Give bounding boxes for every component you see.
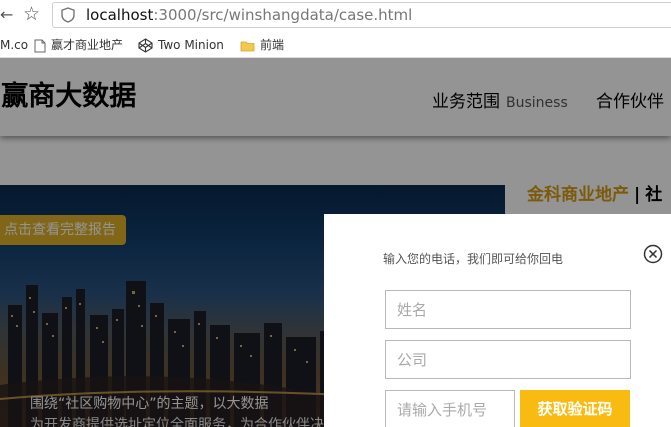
address-bar-input[interactable]: localhost:3000/src/winshangdata/case.htm…: [52, 2, 671, 28]
bookmark-star-icon[interactable]: ☆: [23, 4, 43, 24]
phone-field: [385, 390, 515, 427]
page-icon: [34, 39, 46, 52]
callback-form-modal: 输入您的电话，我们即可给你回电 获取验证码: [324, 214, 671, 427]
back-icon[interactable]: ←: [0, 6, 14, 24]
bookmarks-bar: M.co 赢才商业地产 Two Minion 前端: [0, 31, 671, 58]
phone-input[interactable]: [386, 391, 514, 427]
bookmark-label: 前端: [260, 38, 285, 52]
bookmark-label: M.co: [0, 38, 29, 52]
close-icon[interactable]: [643, 244, 663, 264]
bookmark-item[interactable]: 前端: [240, 36, 284, 54]
get-verification-code-button[interactable]: 获取验证码: [520, 390, 630, 427]
name-input[interactable]: [386, 291, 630, 328]
bookmark-item[interactable]: M.co: [0, 36, 28, 54]
name-field: [385, 290, 631, 329]
bookmark-label: 赢才商业地产: [51, 38, 124, 52]
browser-toolbar: ← ☆ localhost:3000/src/winshangdata/case…: [0, 0, 671, 31]
modal-prompt: 输入您的电话，我们即可给你回电: [383, 252, 564, 266]
bookmark-item[interactable]: Two Minion: [138, 36, 224, 54]
shield-icon: [61, 7, 75, 23]
company-field: [385, 340, 631, 379]
codepen-icon: [138, 38, 153, 53]
company-input[interactable]: [386, 341, 630, 378]
folder-icon: [240, 41, 255, 51]
bookmark-item[interactable]: 赢才商业地产: [34, 36, 123, 54]
bookmark-label: Two Minion: [158, 38, 224, 52]
url-text: localhost:3000/src/winshangdata/case.htm…: [86, 6, 413, 24]
